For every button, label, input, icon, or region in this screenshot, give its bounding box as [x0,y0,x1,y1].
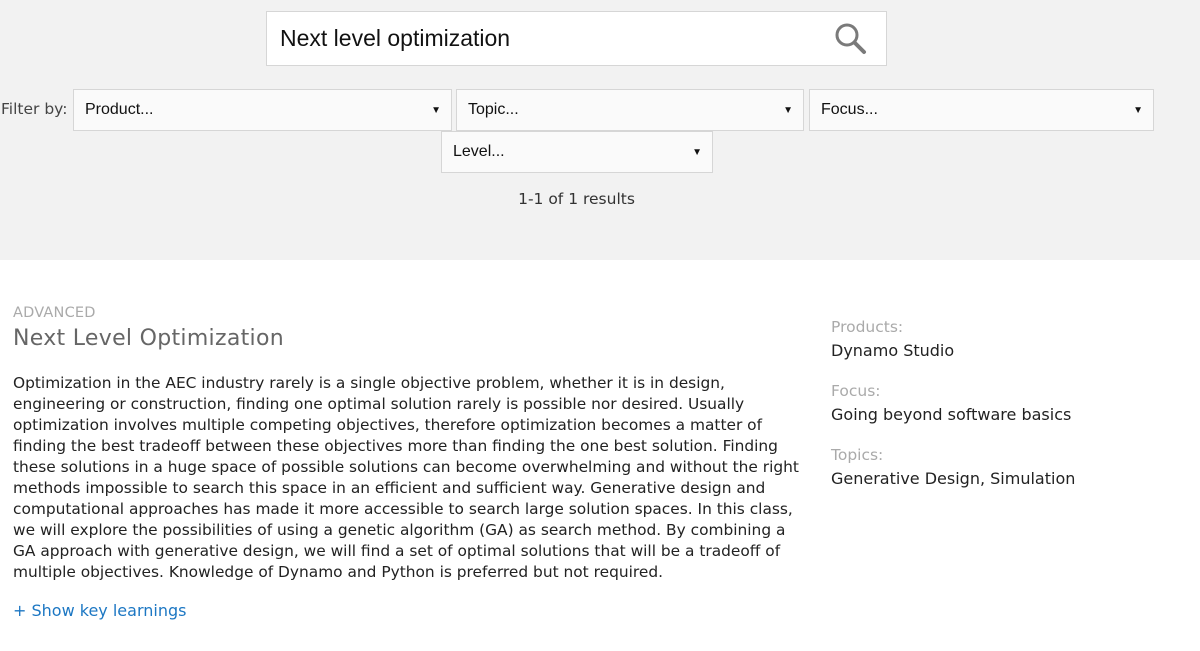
search-box [266,11,887,66]
chevron-down-icon: ▼ [431,104,441,116]
result-title: Next Level Optimization [13,326,284,351]
focus-filter-value: Focus... [821,101,878,118]
search-header: Filter by: Product... ▼ Topic... ▼ Focus… [0,0,1200,260]
meta-focus-value: Going beyond software basics [831,405,1072,424]
chevron-down-icon: ▼ [1133,104,1143,116]
focus-filter-select[interactable]: Focus... ▼ [809,89,1154,131]
result-item: ADVANCED Next Level Optimization Optimiz… [13,305,803,620]
level-badge: ADVANCED [13,305,96,321]
meta-products-value: Dynamo Studio [831,341,955,360]
meta-topics-value: Generative Design, Simulation [831,469,1076,488]
topic-filter-select[interactable]: Topic... ▼ [456,89,804,131]
results-count: 1-1 of 1 results [518,190,635,208]
chevron-down-icon: ▼ [692,146,702,158]
meta-topics: Topics: Generative Design, Simulation [831,445,1171,492]
product-filter-select[interactable]: Product... ▼ [73,89,452,131]
topic-filter-value: Topic... [468,101,519,118]
meta-products: Products: Dynamo Studio [831,317,1171,364]
meta-topics-label: Topics: [831,446,884,464]
filter-by-label: Filter by: [1,100,68,118]
search-icon[interactable] [826,14,876,64]
meta-products-label: Products: [831,318,904,336]
show-key-learnings-link[interactable]: + Show key learnings [13,601,186,620]
chevron-down-icon: ▼ [783,104,793,116]
product-filter-value: Product... [85,101,154,118]
level-filter-select[interactable]: Level... ▼ [441,131,713,173]
search-input[interactable] [267,12,826,65]
level-filter-value: Level... [453,143,505,160]
result-meta: Products: Dynamo Studio Focus: Going bey… [831,317,1171,509]
meta-focus: Focus: Going beyond software basics [831,381,1171,428]
meta-focus-label: Focus: [831,382,881,400]
result-description: Optimization in the AEC industry rarely … [13,374,799,581]
